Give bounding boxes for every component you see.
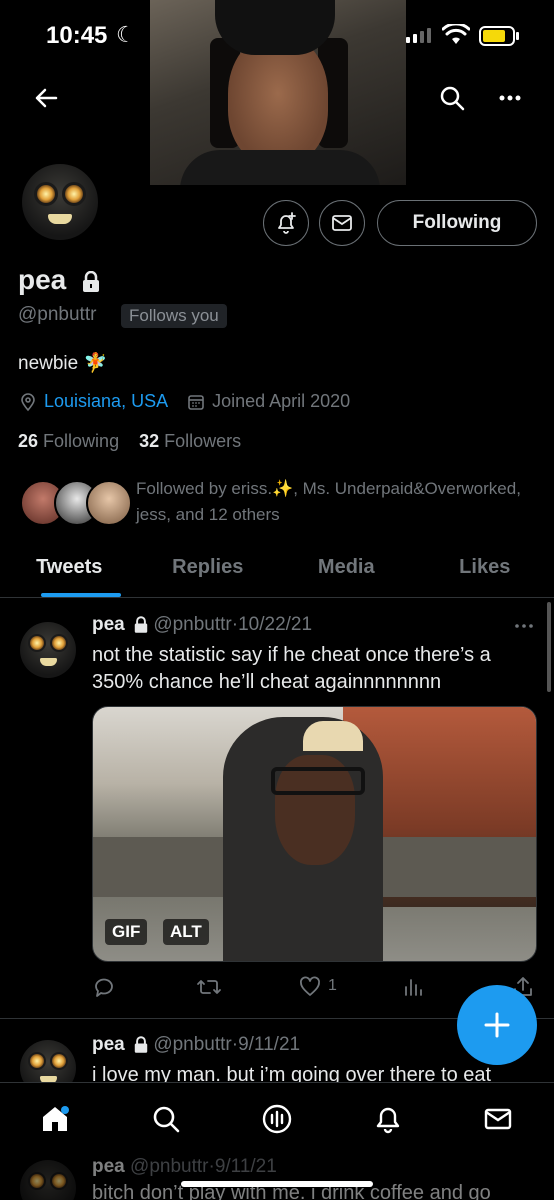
profile-joined: Joined April 2020 — [212, 391, 351, 411]
fairy-emoji: 🧚 — [83, 353, 108, 374]
bell-plus-icon — [278, 212, 296, 234]
tweet-text: not the statistic say if he cheat once t… — [92, 644, 491, 693]
alt-badge[interactable]: ALT — [163, 919, 209, 945]
active-tab-indicator — [41, 593, 121, 597]
reply-icon[interactable] — [92, 975, 116, 999]
profile-bio: newbie 🧚 — [18, 353, 108, 374]
followed-by-avatars[interactable] — [20, 480, 132, 528]
like-icon[interactable] — [298, 975, 322, 999]
more-icon[interactable] — [494, 84, 526, 112]
search-icon[interactable] — [150, 1103, 182, 1135]
gif-badge: GIF — [105, 919, 148, 945]
followed-by-text[interactable]: Followed by eriss.✨, Ms. Underpaid&Overw… — [136, 476, 536, 528]
lock-icon — [134, 1036, 148, 1053]
profile-location[interactable]: Louisiana, USA — [44, 391, 168, 412]
header-photo[interactable] — [150, 0, 406, 185]
spaces-icon[interactable] — [260, 1102, 294, 1136]
profile-name: pea — [18, 264, 100, 296]
profile-handle: @pnbuttr — [18, 304, 97, 325]
bell-icon[interactable] — [372, 1103, 404, 1135]
profile-meta: Louisiana, USA Joined April 2020 — [18, 391, 350, 412]
tab-replies[interactable]: Replies — [139, 548, 278, 597]
tweet-more-icon[interactable] — [512, 618, 536, 634]
followers-count-link[interactable]: 32 Followers — [139, 431, 241, 451]
battery-icon — [479, 26, 515, 46]
compose-tweet-button[interactable] — [457, 985, 537, 1065]
envelope-icon[interactable] — [482, 1103, 514, 1135]
scrollbar[interactable] — [547, 602, 551, 692]
envelope-icon — [332, 215, 352, 231]
retweet-icon[interactable] — [196, 975, 222, 999]
tab-media[interactable]: Media — [277, 548, 416, 597]
status-time: 10:45 — [46, 22, 108, 49]
follows-you-badge: Follows you — [121, 304, 227, 328]
cellular-signal-icon — [406, 28, 431, 43]
notify-button[interactable] — [263, 200, 309, 246]
tab-likes[interactable]: Likes — [416, 548, 554, 597]
tweet-header: pea @pnbuttr·9/11/21 — [92, 1034, 301, 1055]
moon-icon: ☾ — [116, 22, 136, 47]
back-arrow-icon[interactable] — [32, 84, 60, 112]
calendar-icon — [188, 394, 204, 410]
tweet-avatar[interactable] — [20, 622, 76, 678]
location-pin-icon — [21, 392, 35, 411]
tab-tweets[interactable]: Tweets — [0, 548, 139, 597]
search-icon[interactable] — [438, 84, 466, 112]
avatar — [86, 480, 132, 526]
profile-tabs: Tweets Replies Media Likes — [0, 548, 554, 598]
tweet-gif[interactable]: GIF ALT — [92, 706, 537, 962]
like-count: 1 — [328, 977, 337, 994]
plus-icon — [484, 1012, 510, 1038]
tweet-header: pea @pnbuttr·10/22/21 — [92, 614, 313, 635]
tweet-header: pea @pnbuttr·9/11/21 — [92, 1156, 277, 1177]
home-icon[interactable] — [39, 1103, 71, 1135]
following-count-link[interactable]: 26 Following — [18, 431, 119, 451]
views-icon[interactable] — [401, 975, 425, 999]
lock-icon — [134, 616, 148, 633]
lock-icon — [83, 270, 100, 292]
home-indicator[interactable] — [181, 1181, 373, 1187]
profile-avatar[interactable] — [18, 160, 102, 244]
wifi-icon — [442, 24, 470, 44]
message-button[interactable] — [319, 200, 365, 246]
follow-counts: 26 Following 32 Followers — [18, 431, 241, 452]
following-button[interactable]: Following — [377, 200, 537, 246]
